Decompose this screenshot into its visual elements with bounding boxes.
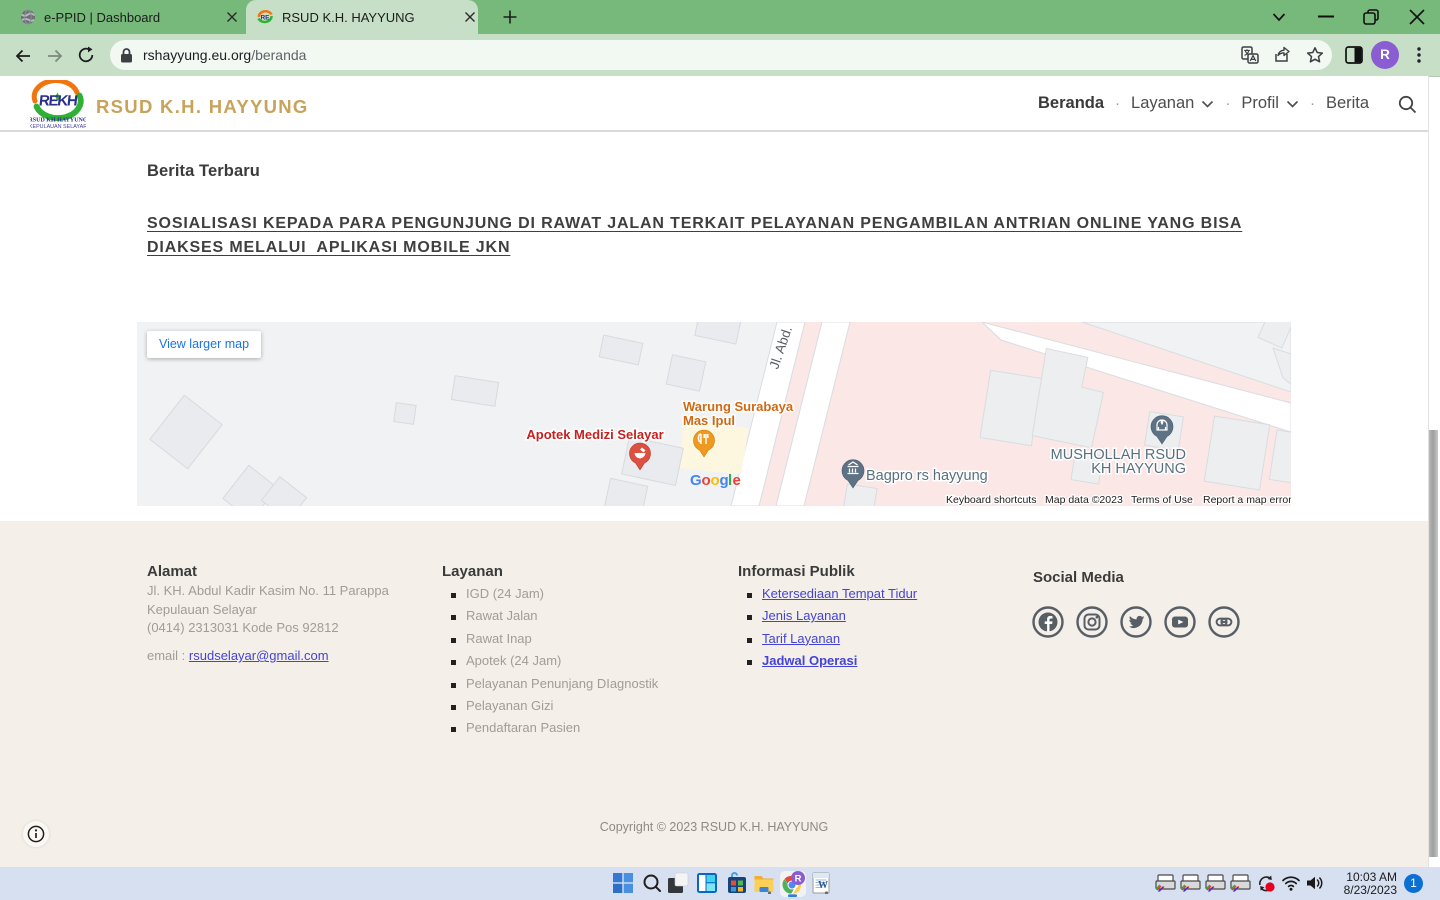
svg-text:G: G: [690, 472, 702, 489]
svg-text:RE: RE: [260, 15, 270, 22]
svg-text:Mas Ipul: Mas Ipul: [683, 413, 735, 428]
svg-text:Apotek Medizi Selayar: Apotek Medizi Selayar: [526, 427, 663, 442]
svg-text:o: o: [711, 472, 720, 489]
svg-text:KEPULAUAN SELAYAR: KEPULAUAN SELAYAR: [30, 124, 86, 130]
svg-text:R: R: [795, 873, 802, 884]
svg-text:Report a map error: Report a map error: [1203, 494, 1291, 506]
svg-text:Terms of Use: Terms of Use: [1131, 494, 1193, 506]
svg-text:Keyboard shortcuts: Keyboard shortcuts: [946, 494, 1036, 506]
svg-text:e: e: [733, 472, 741, 489]
svg-text:Map data ©2023: Map data ©2023: [1045, 494, 1123, 506]
svg-text:REKH: REKH: [38, 93, 78, 110]
svg-text:KH HAYYUNG: KH HAYYUNG: [1091, 461, 1186, 477]
svg-text:RSUD KH HAYYUNG: RSUD KH HAYYUNG: [30, 118, 86, 124]
svg-text:W: W: [818, 880, 828, 891]
svg-text:o: o: [702, 472, 711, 489]
svg-text:Bagpro rs hayyung: Bagpro rs hayyung: [866, 468, 988, 484]
svg-text:Warung Surabaya: Warung Surabaya: [683, 399, 794, 414]
